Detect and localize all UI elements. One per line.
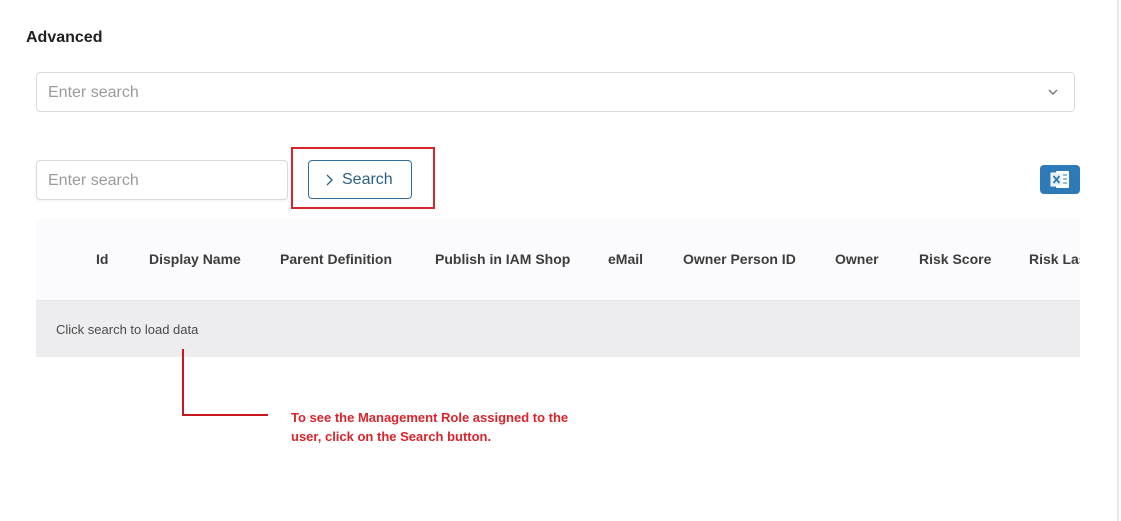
annotation-line-horizontal xyxy=(182,414,268,416)
table-header: Id Display Name Parent Definition Publis… xyxy=(36,219,1080,301)
table-body: Click search to load data xyxy=(36,301,1080,357)
column-header-publish-in-iam-shop[interactable]: Publish in IAM Shop xyxy=(435,251,570,267)
column-header-risk-last[interactable]: Risk Las xyxy=(1029,251,1080,267)
search-input[interactable]: Enter search xyxy=(36,160,288,200)
export-excel-button[interactable] xyxy=(1040,165,1080,194)
search-input-placeholder: Enter search xyxy=(48,172,139,189)
select-placeholder: Enter search xyxy=(48,84,139,101)
chevron-down-icon[interactable] xyxy=(1046,85,1060,99)
column-header-display-name[interactable]: Display Name xyxy=(149,251,241,267)
column-header-owner[interactable]: Owner xyxy=(835,251,879,267)
empty-state-message: Click search to load data xyxy=(56,322,199,337)
column-header-owner-person-id[interactable]: Owner Person ID xyxy=(683,251,796,267)
annotation-line-vertical xyxy=(182,349,184,416)
excel-icon xyxy=(1050,171,1069,188)
annotation-highlight-box xyxy=(291,147,435,209)
annotation-text: To see the Management Role assigned to t… xyxy=(291,410,569,444)
column-header-id[interactable]: Id xyxy=(96,251,108,267)
page: Advanced Enter search Enter search Searc… xyxy=(0,0,1121,521)
data-table: Id Display Name Parent Definition Publis… xyxy=(36,219,1080,357)
section-title: Advanced xyxy=(26,29,103,46)
column-header-parent-definition[interactable]: Parent Definition xyxy=(280,251,392,267)
column-header-risk-score[interactable]: Risk Score xyxy=(919,251,991,267)
scrollbar-track[interactable] xyxy=(1117,0,1119,521)
column-header-email[interactable]: eMail xyxy=(608,251,643,267)
advanced-search-select[interactable]: Enter search xyxy=(36,72,1075,112)
